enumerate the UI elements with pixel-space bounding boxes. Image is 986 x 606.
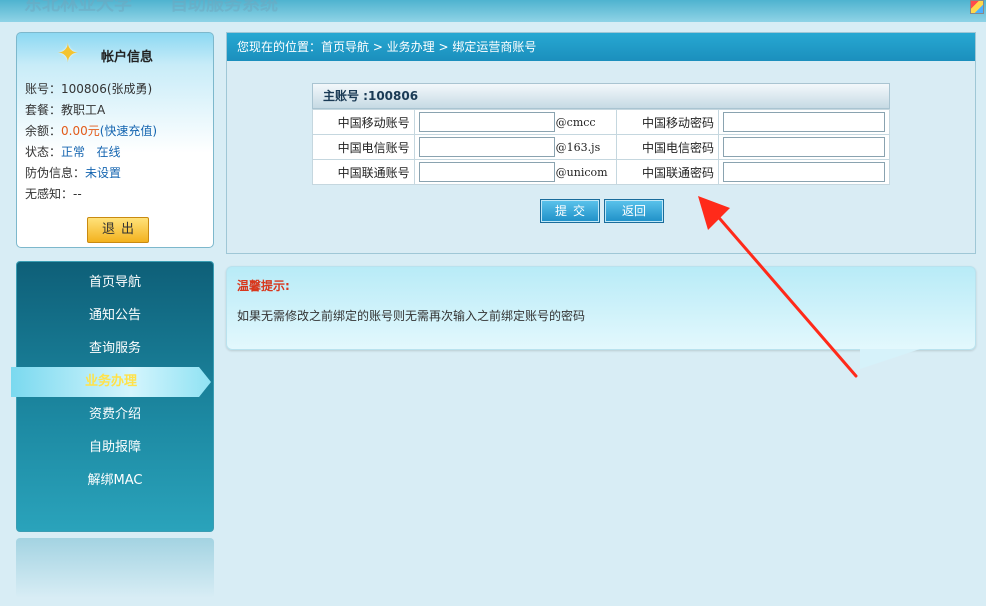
unicom-account-label: 中国联通账号 <box>312 159 415 185</box>
telecom-account-label: 中国电信账号 <box>312 134 415 160</box>
account-row-security: 防伪信息：未设置 <box>25 163 157 184</box>
sidebar-nav: 首页导航 通知公告 查询服务 业务办理 资费介绍 自助报障 解绑MAC <box>11 261 214 532</box>
mobile-password-cell <box>718 109 890 135</box>
telecom-password-input[interactable] <box>723 137 885 157</box>
back-button[interactable]: 返回 <box>604 199 664 223</box>
sidebar-item-pricing[interactable]: 资费介绍 <box>17 400 213 430</box>
table-row: 中国移动账号 @cmcc 中国移动密码 <box>312 109 890 135</box>
sidebar-item-home[interactable]: 首页导航 <box>17 268 213 298</box>
telecom-suffix: @163.js <box>555 140 601 154</box>
account-id-value: 100806(张成勇) <box>61 82 153 96</box>
quick-recharge-link[interactable]: (快速充值) <box>100 124 157 138</box>
top-banner: 东北林业大学 自助服务系统 <box>0 0 986 22</box>
account-row-seamless: 无感知：-- <box>25 184 157 205</box>
mobile-account-cell: @cmcc <box>413 109 618 135</box>
bind-account-table: 中国移动账号 @cmcc 中国移动密码 中国电信账号 @163.js 中国电信密… <box>312 109 890 185</box>
tip-text: 如果无需修改之前绑定的账号则无需再次输入之前绑定账号的密码 <box>237 309 586 323</box>
account-row-id: 账号：100806(张成勇) <box>25 79 157 100</box>
label: 状态： <box>25 145 62 159</box>
seamless-value: -- <box>73 187 82 201</box>
sidebar-item-business[interactable]: 业务办理 <box>11 367 211 397</box>
main-account-title: 主账号 :100806 <box>312 83 890 109</box>
sidebar-item-unbind-mac[interactable]: 解绑MAC <box>17 466 213 496</box>
telecom-account-input[interactable] <box>418 137 555 157</box>
logout-button[interactable]: 退出 <box>87 217 149 243</box>
telecom-password-label: 中国电信密码 <box>616 134 719 160</box>
unicom-suffix: @unicom <box>555 165 608 179</box>
account-row-plan: 套餐：教职工A <box>25 100 157 121</box>
app-corner-icon[interactable] <box>970 0 984 14</box>
label: 账号： <box>25 82 62 96</box>
annotation-arrow-icon <box>698 196 858 378</box>
account-details: 账号：100806(张成勇) 套餐：教职工A 余额：0.00元(快速充值) 状态… <box>25 79 157 205</box>
balance-value: 0.00元 <box>61 124 100 138</box>
account-info-panel: ✦ 帐户信息 账号：100806(张成勇) 套餐：教职工A 余额：0.00元(快… <box>16 32 214 248</box>
star-icon: ✦ <box>57 39 79 69</box>
sidebar-reflection <box>16 538 214 598</box>
mobile-account-input[interactable] <box>418 112 555 132</box>
unicom-account-cell: @unicom <box>413 159 618 185</box>
telecom-account-cell: @163.js <box>413 134 618 160</box>
security-info-value: 未设置 <box>85 166 122 180</box>
telecom-password-cell <box>718 134 890 160</box>
unicom-password-cell <box>718 159 890 185</box>
sidebar-item-report[interactable]: 自助报障 <box>17 433 213 463</box>
mobile-password-label: 中国移动密码 <box>616 109 719 135</box>
mobile-account-label: 中国移动账号 <box>312 109 415 135</box>
breadcrumb: 您现在的位置：首页导航 > 业务办理 > 绑定运营商账号 <box>227 33 975 61</box>
sidebar-item-query[interactable]: 查询服务 <box>17 334 213 364</box>
mobile-password-input[interactable] <box>723 112 885 132</box>
sidebar-item-notices[interactable]: 通知公告 <box>17 301 213 331</box>
banner-ghost-text-2: 自助服务系统 <box>170 0 278 15</box>
unicom-account-input[interactable] <box>418 162 555 182</box>
unicom-password-label: 中国联通密码 <box>616 159 719 185</box>
account-title-text: 帐户信息 <box>101 50 154 65</box>
tip-title: 温馨提示: <box>237 279 290 293</box>
mobile-suffix: @cmcc <box>555 115 596 129</box>
plan-value: 教职工A <box>61 103 106 117</box>
submit-button[interactable]: 提交 <box>540 199 600 223</box>
label: 套餐： <box>25 103 62 117</box>
account-title: ✦ 帐户信息 <box>17 41 213 69</box>
status-value: 正常 <box>61 145 86 159</box>
label: 余额： <box>25 124 62 138</box>
banner-ghost-text: 东北林业大学 <box>24 0 132 15</box>
account-row-balance: 余额：0.00元(快速充值) <box>25 121 157 142</box>
label: 防伪信息： <box>25 166 86 180</box>
online-status: 在线 <box>96 145 121 159</box>
unicom-password-input[interactable] <box>723 162 885 182</box>
account-row-status: 状态：正常 在线 <box>25 142 157 163</box>
table-row: 中国联通账号 @unicom 中国联通密码 <box>312 159 890 185</box>
label: 无感知： <box>25 187 74 201</box>
table-row: 中国电信账号 @163.js 中国电信密码 <box>312 134 890 160</box>
